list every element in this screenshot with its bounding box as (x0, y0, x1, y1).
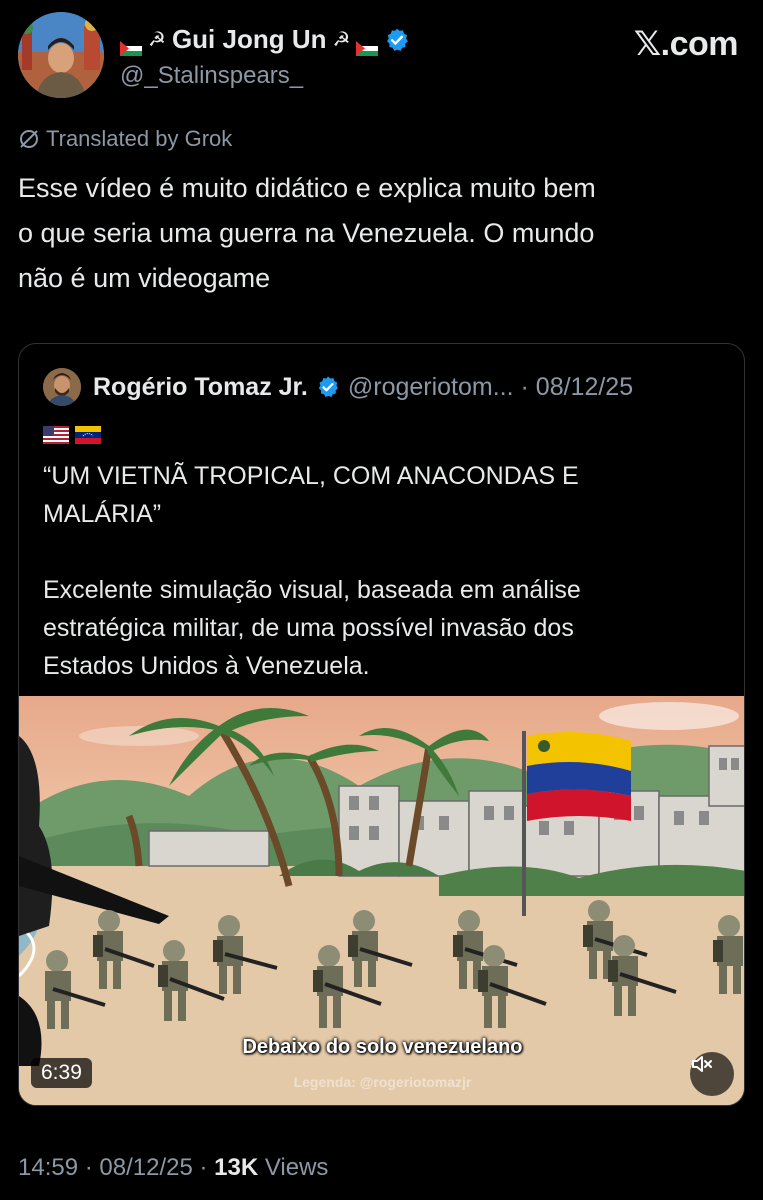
quoted-body-line: Excelente simulação visual, baseada em a… (43, 576, 581, 604)
tweet-meta: 14:59 · 08/12/25 · 13K Views (18, 1154, 328, 1182)
quoted-headline-line: “UM VIETNÃ TROPICAL, COM ANACONDAS E (43, 462, 579, 490)
verified-badge-icon (387, 28, 409, 51)
mute-button[interactable] (690, 1052, 734, 1096)
quoted-headline-line: MALÁRIA” (43, 500, 162, 528)
video-caption: Debaixo do solo venezuelano (242, 1036, 523, 1058)
venezuela-flag-icon (75, 426, 101, 444)
quoted-body-line: estratégica militar, de uma possível inv… (43, 614, 574, 642)
views-count: 13K (214, 1154, 259, 1181)
tweet-text: Esse vídeo é muito didático e explica mu… (18, 166, 743, 301)
palestine-flag-icon (356, 32, 379, 56)
hammer-sickle-icon: ☭ (148, 29, 166, 51)
tweet-timestamp[interactable]: 14:59 · 08/12/25 · (18, 1154, 214, 1181)
translation-notice: Translated by Grok (18, 126, 232, 152)
quoted-tweet[interactable]: Rogério Tomaz Jr. @rogeriotom... · 08/12… (18, 343, 745, 1106)
quoted-author-name[interactable]: Rogério Tomaz Jr. (93, 373, 308, 402)
us-flag-icon (43, 426, 69, 444)
palestine-flag-icon (120, 32, 142, 56)
video-duration: 6:39 (31, 1058, 92, 1088)
speaker-muted-icon (692, 1056, 712, 1072)
author-name-row[interactable]: ☭ Gui Jong Un ☭ (120, 24, 410, 56)
quoted-flags (43, 426, 101, 444)
tweet-text-line: não é um videogame (18, 263, 271, 293)
quoted-tweet-header: Rogério Tomaz Jr. @rogeriotom... · 08/12… (43, 368, 633, 406)
video-player[interactable]: Debaixo do solo venezuelano Legenda: @ro… (19, 696, 744, 1105)
verified-badge-icon (318, 376, 338, 397)
author-handle[interactable]: @_Stalinspears_ (120, 62, 303, 90)
translate-icon (20, 130, 38, 148)
quoted-handle-date[interactable]: @rogeriotom... · 08/12/25 (348, 373, 633, 402)
author-display-name: Gui Jong Un (171, 24, 327, 54)
tweet-text-line: Esse vídeo é muito didático e explica mu… (18, 173, 596, 203)
site-logo: 𝕏.com (633, 25, 739, 63)
views-label: Views (258, 1154, 329, 1181)
quoted-author-avatar[interactable] (43, 368, 81, 406)
hammer-sickle-icon: ☭ (332, 29, 351, 51)
quoted-text: “UM VIETNÃ TROPICAL, COM ANACONDAS E MAL… (43, 457, 723, 723)
tweet-header: ☭ Gui Jong Un ☭ @_Stalinspears_ 𝕏.com (18, 10, 748, 100)
author-avatar[interactable] (18, 12, 104, 98)
video-watermark: Legenda: @rogeriotomazjr (293, 1074, 472, 1090)
quoted-body-line: Estados Unidos à Venezuela. (43, 652, 370, 680)
tweet-text-line: o que seria uma guerra na Venezuela. O m… (18, 218, 595, 248)
translation-label: Translated by Grok (46, 126, 233, 151)
